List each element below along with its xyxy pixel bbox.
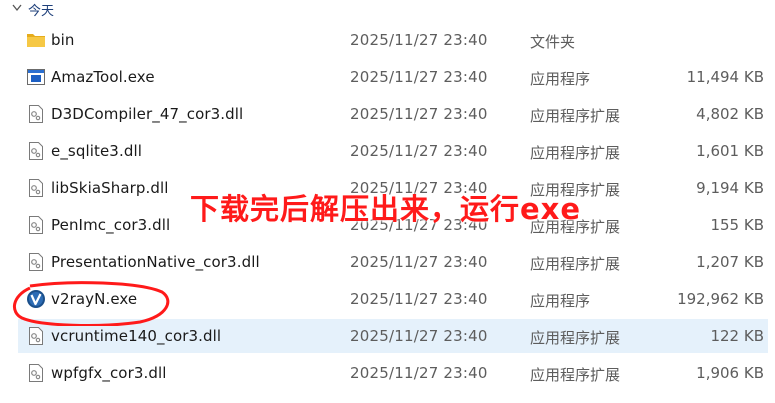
file-name: bin	[51, 31, 75, 49]
file-size: 11,494 KB	[686, 68, 764, 86]
dll-gear-icon	[29, 179, 43, 197]
file-name: PenImc_cor3.dll	[51, 216, 171, 234]
file-row-bin[interactable]: bin 2025/11/27 23:40 文件夹	[18, 23, 768, 57]
file-name: PresentationNative_cor3.dll	[51, 253, 260, 271]
file-type: 应用程序扩展	[530, 255, 621, 273]
file-row-vcruntime140[interactable]: vcruntime140_cor3.dll 2025/11/27 23:40 应…	[18, 319, 768, 353]
file-row-amaztool[interactable]: AmazTool.exe 2025/11/27 23:40 应用程序 11,49…	[18, 60, 768, 94]
file-size: 1,601 KB	[696, 142, 764, 160]
file-size: 1,207 KB	[696, 253, 764, 271]
dll-gear-icon	[29, 142, 43, 160]
file-name: libSkiaSharp.dll	[51, 179, 169, 197]
file-row-wpfgfx[interactable]: wpfgfx_cor3.dll 2025/11/27 23:40 应用程序扩展 …	[18, 356, 768, 390]
group-title: 今天	[28, 4, 55, 19]
group-header-today[interactable]: 今天	[0, 0, 775, 19]
dll-gear-icon	[29, 216, 43, 234]
file-name: AmazTool.exe	[51, 68, 155, 86]
file-size: 192,962 KB	[677, 290, 764, 308]
file-type: 应用程序	[530, 292, 591, 310]
file-date: 2025/11/27 23:40	[350, 142, 488, 160]
file-type: 文件夹	[530, 33, 576, 51]
file-size: 9,194 KB	[696, 179, 764, 197]
file-size: 155 KB	[710, 216, 764, 234]
v2rayn-logo-icon	[27, 290, 45, 308]
file-row-v2rayn[interactable]: v2rayN.exe 2025/11/27 23:40 应用程序 192,962…	[18, 282, 768, 316]
file-name: D3DCompiler_47_cor3.dll	[51, 105, 244, 123]
file-name: v2rayN.exe	[51, 290, 138, 308]
file-date: 2025/11/27 23:40	[350, 31, 488, 49]
dll-gear-icon	[29, 253, 43, 271]
chevron-down-icon	[12, 4, 22, 12]
file-size: 4,802 KB	[696, 105, 764, 123]
file-date: 2025/11/27 23:40	[350, 253, 488, 271]
dll-gear-icon	[29, 105, 43, 123]
file-date: 2025/11/27 23:40	[350, 327, 488, 345]
folder-icon	[27, 34, 45, 47]
file-size: 122 KB	[710, 327, 764, 345]
dll-gear-icon	[29, 364, 43, 382]
file-date: 2025/11/27 23:40	[350, 290, 488, 308]
file-name: e_sqlite3.dll	[51, 142, 142, 160]
file-name: wpfgfx_cor3.dll	[51, 364, 167, 382]
file-type: 应用程序扩展	[530, 144, 621, 162]
file-name: vcruntime140_cor3.dll	[51, 327, 222, 345]
file-date: 2025/11/27 23:40	[350, 105, 488, 123]
file-date: 2025/11/27 23:40	[350, 364, 488, 382]
file-type: 应用程序扩展	[530, 366, 621, 384]
file-row-d3dcompiler[interactable]: D3DCompiler_47_cor3.dll 2025/11/27 23:40…	[18, 97, 768, 131]
file-row-e-sqlite3[interactable]: e_sqlite3.dll 2025/11/27 23:40 应用程序扩展 1,…	[18, 134, 768, 168]
instruction-annotation: 下载完后解压出来，运行exe	[190, 192, 582, 226]
file-date: 2025/11/27 23:40	[350, 68, 488, 86]
file-row-presentationnative[interactable]: PresentationNative_cor3.dll 2025/11/27 2…	[18, 245, 768, 279]
file-type: 应用程序	[530, 70, 591, 88]
file-size: 1,906 KB	[696, 364, 764, 382]
file-type: 应用程序扩展	[530, 329, 621, 347]
dll-gear-icon	[29, 327, 43, 345]
file-type: 应用程序扩展	[530, 107, 621, 125]
app-window-icon	[27, 69, 45, 85]
